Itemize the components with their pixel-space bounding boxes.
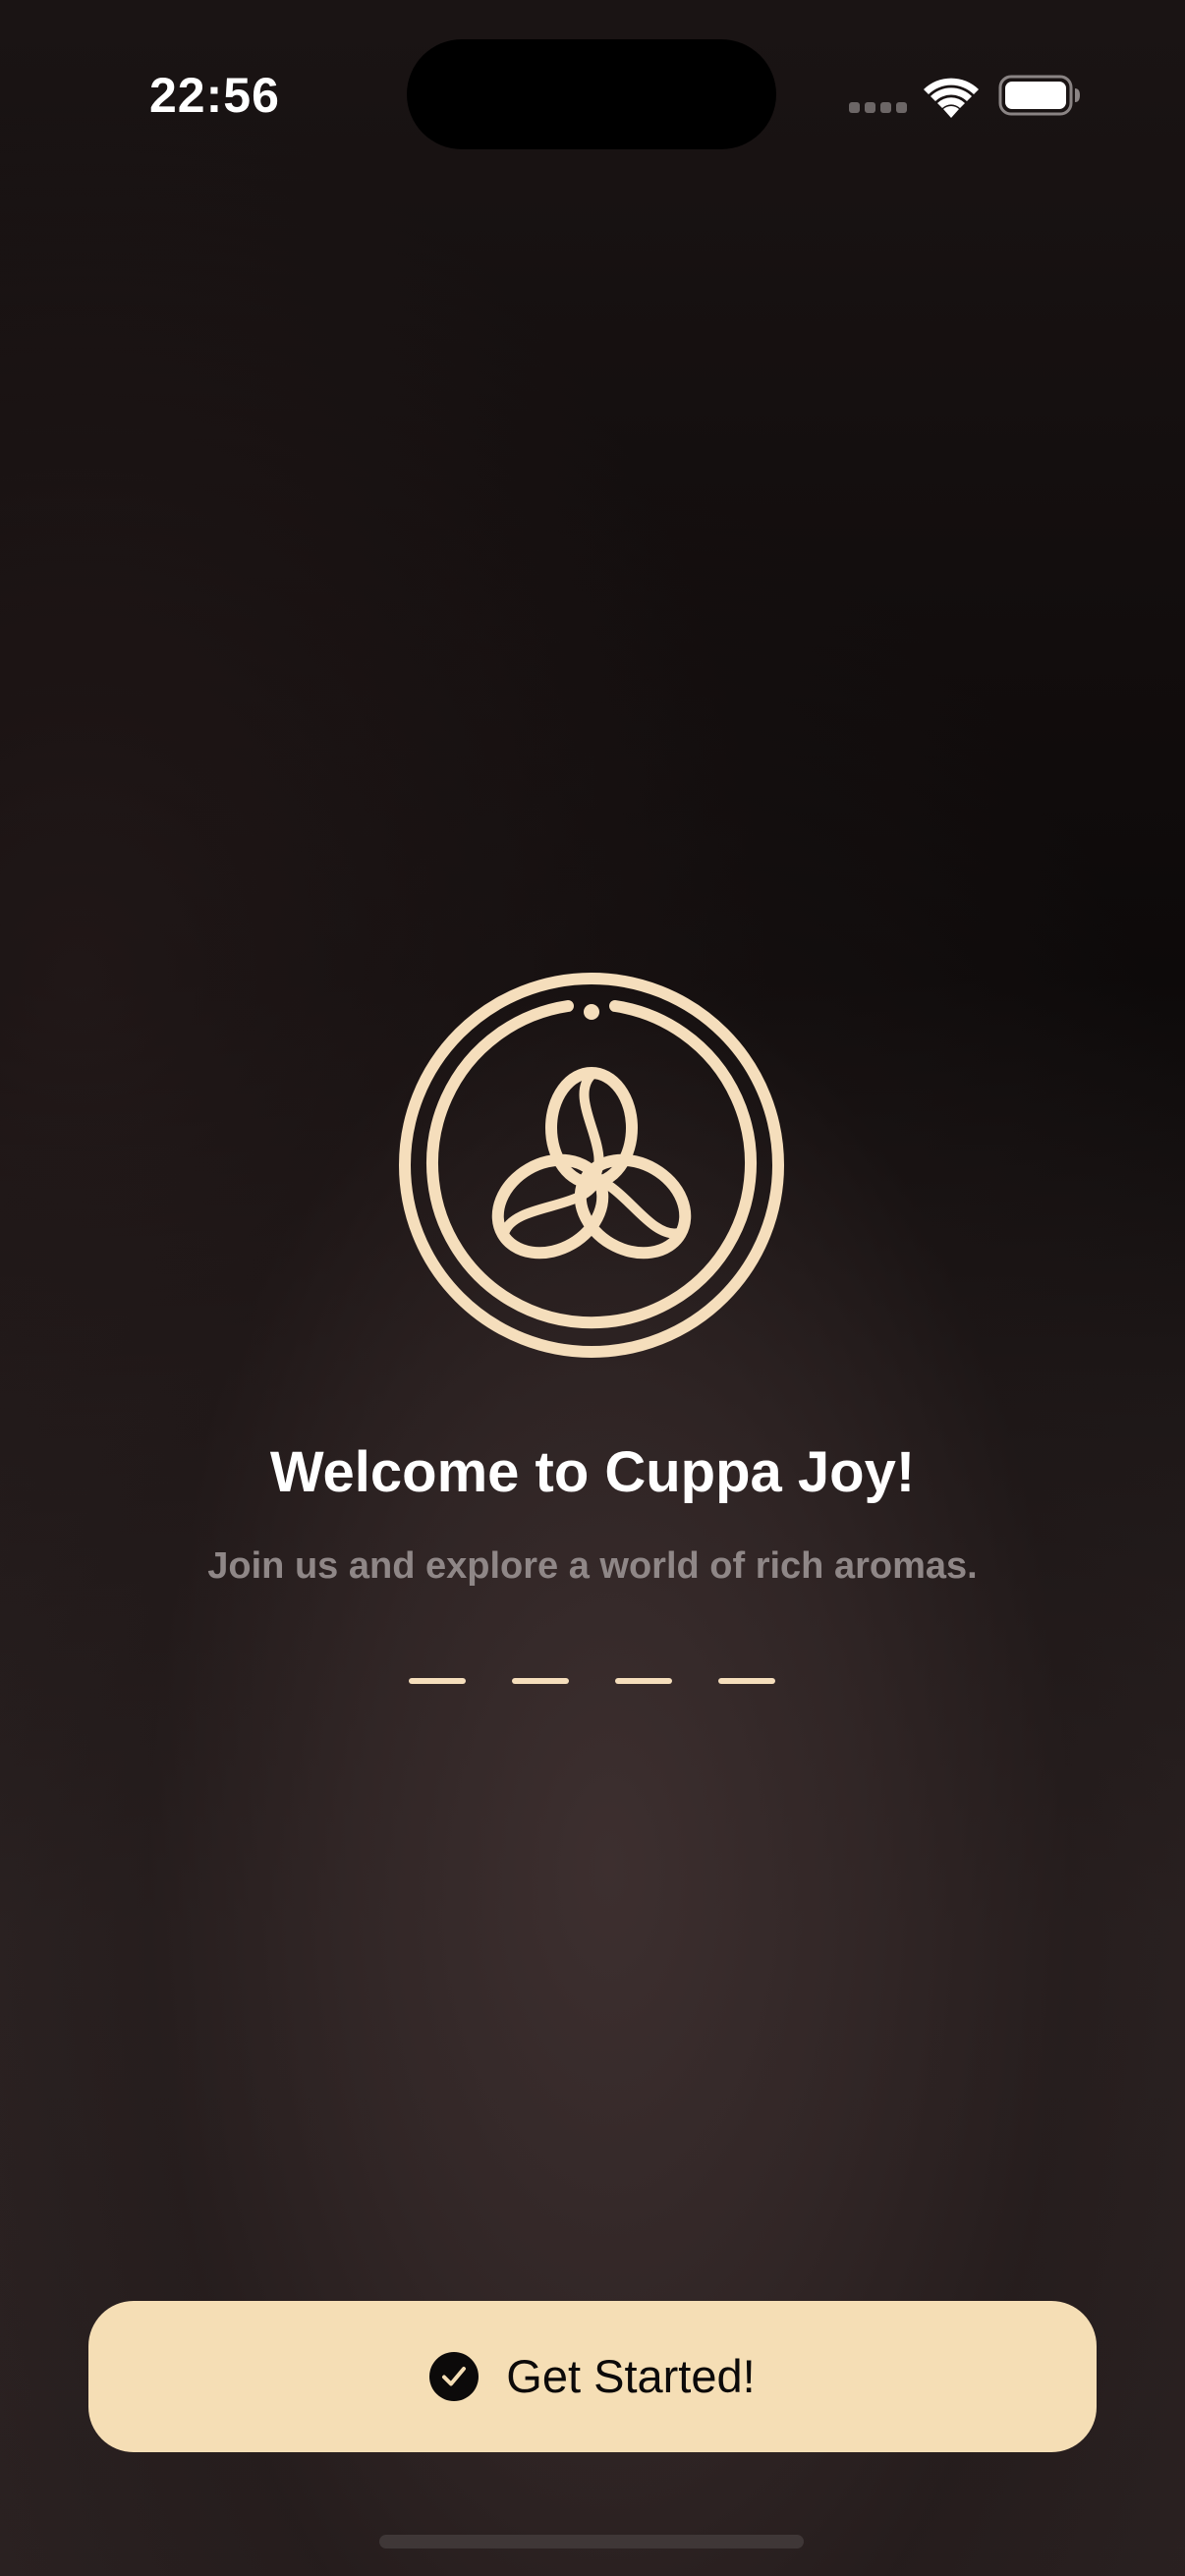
get-started-label: Get Started!	[506, 2350, 756, 2402]
home-indicator[interactable]	[379, 2535, 804, 2548]
page-indicator-dash	[409, 1678, 466, 1684]
welcome-subtitle: Join us and explore a world of rich arom…	[207, 1545, 978, 1587]
page-indicator-dash	[718, 1678, 775, 1684]
checkmark-circle-icon	[429, 2352, 480, 2401]
page-indicator	[409, 1678, 778, 1686]
coffee-beans-logo-icon	[399, 973, 784, 1358]
cellular-signal-icon	[849, 102, 908, 116]
dynamic-island	[407, 39, 776, 149]
welcome-title: Welcome to Cuppa Joy!	[269, 1440, 916, 1504]
status-bar-time: 22:56	[149, 68, 280, 123]
get-started-button[interactable]: Get Started!	[88, 2301, 1097, 2452]
welcome-screen: 22:56 Welcome to Cuppa Joy! Join us and …	[0, 0, 1185, 2576]
battery-icon	[998, 75, 1080, 116]
wifi-icon	[924, 78, 979, 118]
page-indicator-dash	[615, 1678, 672, 1684]
page-indicator-dash	[512, 1678, 569, 1684]
